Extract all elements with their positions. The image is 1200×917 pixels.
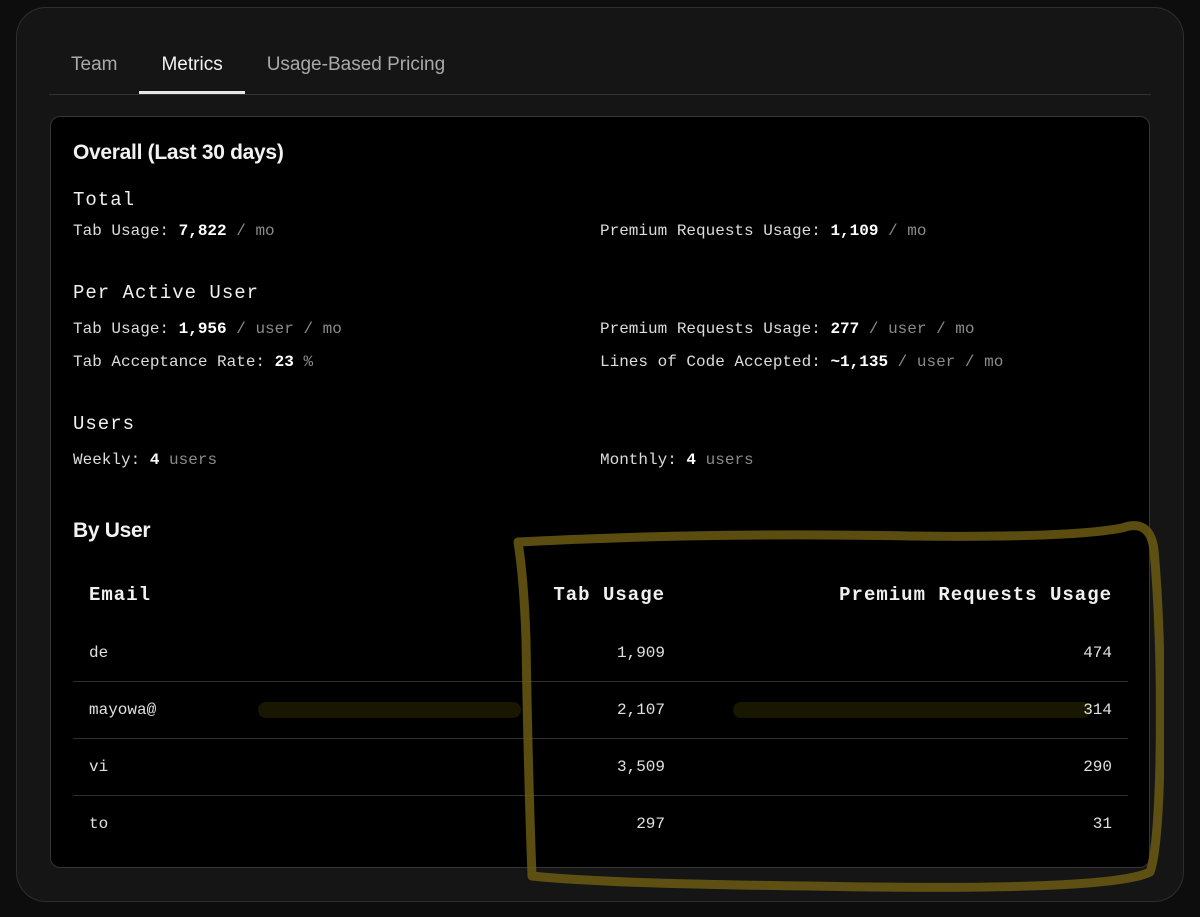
table-header: Email Tab Usage Premium Requests Usage: [73, 567, 1128, 625]
user-email: mayowa@: [89, 701, 157, 719]
overall-title: Overall (Last 30 days): [73, 141, 284, 164]
total-heading: Total: [73, 189, 136, 211]
user-tab-usage: 1,909: [616, 644, 665, 662]
table-row: de 1,909 474: [73, 625, 1128, 681]
redaction-mark: [258, 702, 521, 718]
per-active-user-heading: Per Active User: [73, 282, 260, 304]
user-premium-usage: 314: [1083, 701, 1112, 719]
tab-bar: Team Metrics Usage-Based Pricing: [49, 44, 1151, 95]
by-user-title: By User: [73, 519, 151, 542]
table-row: mayowa@ 2,107 314: [73, 681, 1128, 738]
by-user-table: Email Tab Usage Premium Requests Usage d…: [73, 567, 1128, 852]
tab-usage-based-pricing[interactable]: Usage-Based Pricing: [245, 44, 467, 84]
redaction-mark: [733, 702, 1091, 718]
metrics-panel: Overall (Last 30 days) Total Tab Usage: …: [50, 116, 1150, 868]
user-email: vi: [89, 758, 109, 776]
column-email[interactable]: Email: [89, 584, 151, 606]
user-premium-usage: 290: [1083, 758, 1112, 776]
weekly-users: Weekly: 4 users: [73, 451, 218, 469]
users-heading: Users: [73, 413, 136, 435]
total-tab-usage: Tab Usage: 7,822 / mo: [73, 222, 275, 240]
tab-metrics[interactable]: Metrics: [139, 44, 245, 94]
table-row: vi 3,509 290: [73, 738, 1128, 795]
monthly-users: Monthly: 4 users: [600, 451, 754, 469]
user-tab-usage: 3,509: [616, 758, 665, 776]
total-premium-usage: Premium Requests Usage: 1,109 / mo: [600, 222, 927, 240]
user-premium-usage: 31: [1092, 815, 1112, 833]
table-row: to 297 31: [73, 795, 1128, 852]
lines-of-code-accepted: Lines of Code Accepted: ~1,135 / user / …: [600, 353, 1004, 371]
user-premium-usage: 474: [1083, 644, 1112, 662]
user-tab-usage: 2,107: [616, 701, 665, 719]
tab-acceptance-rate: Tab Acceptance Rate: 23 %: [73, 353, 314, 371]
user-email: de: [89, 644, 109, 662]
settings-window: Team Metrics Usage-Based Pricing Overall…: [16, 7, 1184, 902]
tab-team[interactable]: Team: [49, 44, 139, 84]
column-premium-requests-usage[interactable]: Premium Requests Usage: [839, 584, 1112, 606]
user-email: to: [89, 815, 109, 833]
per-user-tab-usage: Tab Usage: 1,956 / user / mo: [73, 320, 342, 338]
per-user-premium-usage: Premium Requests Usage: 277 / user / mo: [600, 320, 975, 338]
user-tab-usage: 297: [636, 815, 665, 833]
column-tab-usage[interactable]: Tab Usage: [553, 584, 665, 606]
